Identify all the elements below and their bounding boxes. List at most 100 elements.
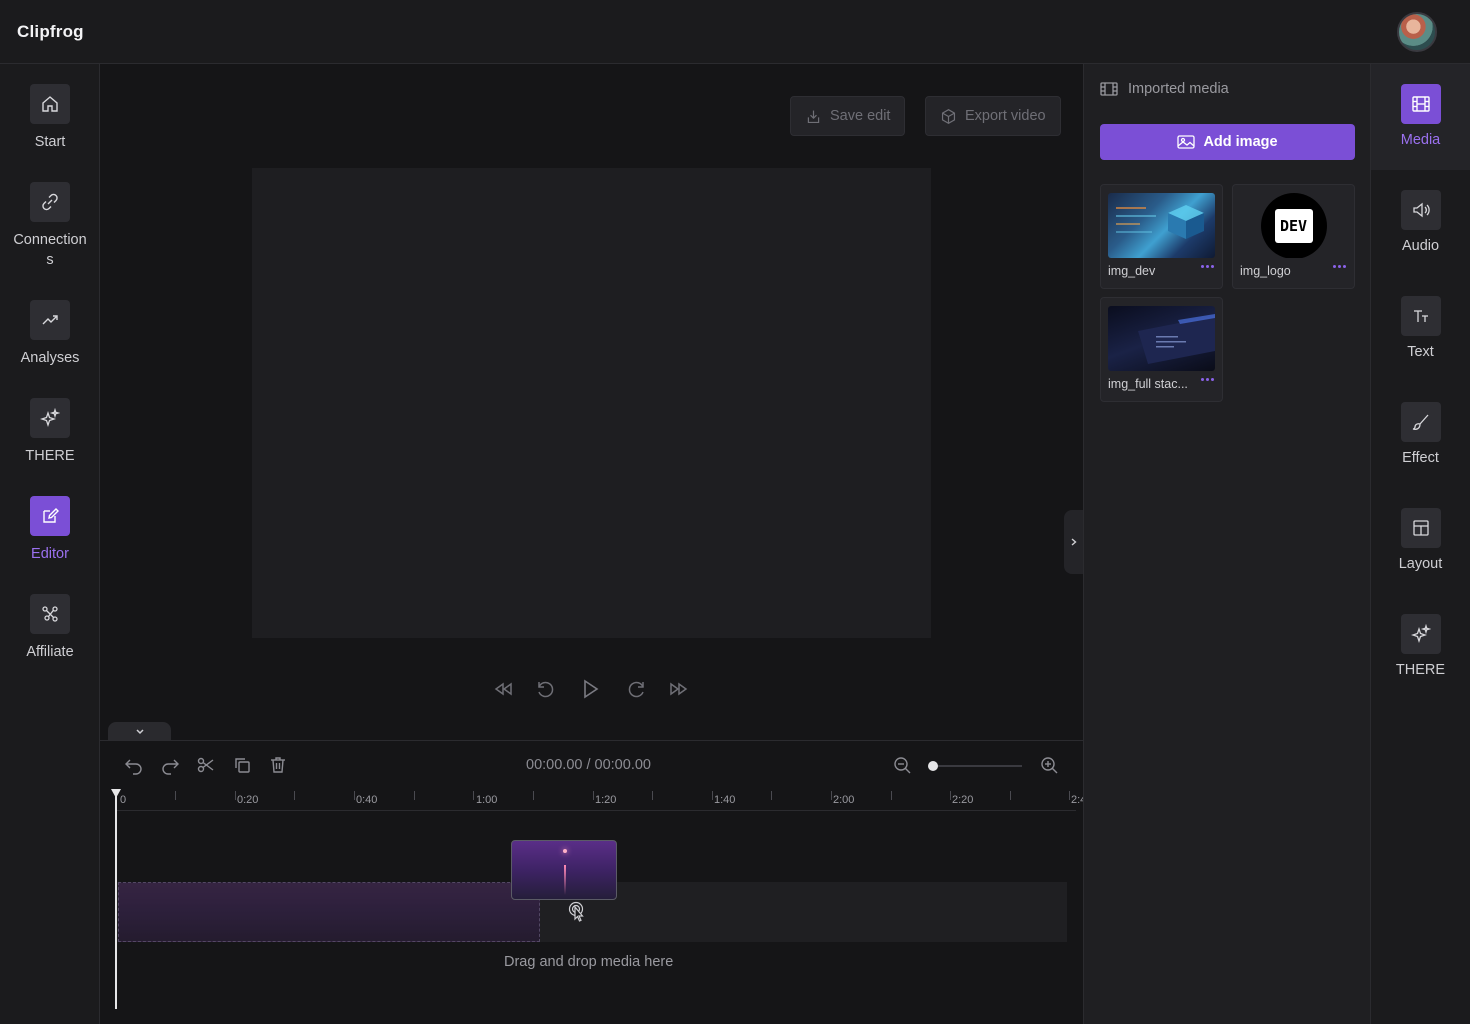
- video-preview[interactable]: [252, 168, 931, 638]
- nav-item-editor[interactable]: Editor: [0, 496, 100, 564]
- rewind-button[interactable]: [492, 678, 514, 700]
- tab-layout[interactable]: Layout: [1371, 508, 1470, 572]
- timeline: 00:00.00 / 00:00.00 0 0:20 0:40 1:00 1:2…: [100, 740, 1086, 1024]
- play-button[interactable]: [579, 678, 601, 700]
- zoom-out-icon[interactable]: [892, 755, 912, 775]
- redo-icon[interactable]: [160, 755, 180, 775]
- tab-effect[interactable]: Effect: [1371, 402, 1470, 466]
- fast-forward-button[interactable]: [668, 678, 690, 700]
- thumb-art: [1138, 314, 1215, 364]
- link-icon: [30, 182, 70, 222]
- playhead[interactable]: [115, 793, 117, 1009]
- media-card-img-full-stack[interactable]: img_full stac...: [1100, 297, 1223, 402]
- home-icon: [30, 84, 70, 124]
- ruler-tick: [950, 791, 951, 800]
- zoom-slider-knob[interactable]: [928, 761, 938, 771]
- timeline-ruler[interactable]: 0 0:20 0:40 1:00 1:20 1:40 2:00 2:20 2:4: [116, 791, 1086, 811]
- speaker-icon: [1400, 190, 1441, 230]
- ruler-tick: [771, 791, 772, 800]
- media-name: img_dev: [1108, 264, 1156, 278]
- ruler-tick: [891, 791, 892, 800]
- app-logo[interactable]: Clipfrog: [17, 22, 84, 42]
- save-edit-label: Save edit: [830, 108, 891, 124]
- play-icon: [584, 679, 599, 699]
- ruler-label: 1:20: [595, 794, 617, 806]
- media-thumbnail: DEV: [1240, 193, 1347, 258]
- drag-clip-detail: [564, 865, 566, 895]
- right-sidebar: Media Audio Text Effect Layout THERE: [1371, 64, 1470, 1024]
- nav-item-connections[interactable]: Connections: [0, 182, 100, 270]
- export-video-label: Export video: [965, 108, 1046, 124]
- film-icon: [1100, 82, 1118, 96]
- logo-circle: DEV: [1260, 193, 1327, 258]
- add-image-label: Add image: [1203, 134, 1278, 150]
- drop-placeholder-clip: [118, 882, 540, 942]
- tab-label: Media: [1400, 132, 1441, 148]
- media-card-img-logo[interactable]: DEV img_logo: [1232, 184, 1355, 289]
- dragged-media-clip[interactable]: [511, 840, 617, 900]
- ruler-tick: [533, 791, 534, 800]
- drop-hint: Drag and drop media here: [504, 954, 674, 970]
- tab-label: Effect: [1402, 450, 1439, 466]
- nav-item-affiliate[interactable]: Affiliate: [0, 594, 100, 662]
- tab-there[interactable]: THERE: [1371, 614, 1470, 678]
- nav-item-start[interactable]: Start: [0, 84, 100, 152]
- ruler-tick: [473, 791, 474, 800]
- text-icon: [1400, 296, 1441, 336]
- zoom-slider[interactable]: [928, 761, 1022, 771]
- time-readout: 00:00.00 / 00:00.00: [526, 757, 651, 773]
- tab-label: THERE: [1395, 662, 1446, 678]
- ruler-label: 1:40: [714, 794, 736, 806]
- ruler-tick: [831, 791, 832, 800]
- tab-label: Layout: [1398, 556, 1443, 572]
- sparkle-icon: [30, 398, 70, 438]
- sparkle-icon: [1400, 614, 1441, 654]
- box-icon: [941, 108, 956, 124]
- more-options-icon[interactable]: [1333, 265, 1346, 268]
- tab-media[interactable]: Media: [1371, 64, 1470, 170]
- tab-audio[interactable]: Audio: [1371, 190, 1470, 254]
- nav-item-analyses[interactable]: Analyses: [0, 300, 100, 368]
- nav-item-there[interactable]: THERE: [0, 398, 100, 466]
- thumb-art: [1116, 205, 1204, 239]
- ruler-label: 2:00: [833, 794, 855, 806]
- ruler-tick: [712, 791, 713, 800]
- layout-icon: [1400, 508, 1441, 548]
- ruler-tick: [593, 791, 594, 800]
- media-panel: Imported media Add image img_dev DEV img…: [1083, 64, 1371, 1024]
- ruler-tick: [1069, 791, 1070, 800]
- preview-stage: Save edit Export video: [100, 64, 1083, 740]
- media-card-img-dev[interactable]: img_dev: [1100, 184, 1223, 289]
- export-video-button[interactable]: Export video: [925, 96, 1061, 136]
- tab-text[interactable]: Text: [1371, 296, 1470, 360]
- scissors-icon[interactable]: [196, 755, 216, 775]
- nav-label: Editor: [31, 546, 69, 562]
- left-sidebar: Start Connections Analyses THERE Editor …: [0, 64, 100, 1024]
- trash-icon[interactable]: [268, 755, 288, 775]
- nav-label: Analyses: [20, 350, 80, 366]
- tab-label: Audio: [1401, 238, 1440, 254]
- panel-title: Imported media: [1100, 81, 1229, 97]
- ruler-label: 1:00: [476, 794, 498, 806]
- zoom-in-icon[interactable]: [1039, 755, 1059, 775]
- more-options-icon[interactable]: [1201, 265, 1214, 268]
- logo-text: DEV: [1274, 208, 1313, 243]
- forward-5s-button[interactable]: [626, 678, 648, 700]
- more-options-icon[interactable]: [1201, 378, 1214, 381]
- avatar[interactable]: [1397, 12, 1437, 52]
- tab-label: Text: [1407, 344, 1434, 360]
- collapse-timeline-button[interactable]: [108, 722, 171, 741]
- back-5s-button[interactable]: [534, 678, 556, 700]
- media-name: img_logo: [1240, 264, 1291, 278]
- film-icon: [1400, 84, 1441, 124]
- ruler-label: 0:40: [356, 794, 378, 806]
- panel-title-text: Imported media: [1128, 81, 1229, 97]
- media-name: img_full stac...: [1108, 377, 1188, 391]
- duplicate-icon[interactable]: [232, 755, 252, 775]
- collapse-panel-button[interactable]: [1064, 510, 1083, 574]
- undo-icon[interactable]: [124, 755, 144, 775]
- rotate-ccw-icon: [538, 681, 554, 698]
- add-image-button[interactable]: Add image: [1100, 124, 1355, 160]
- save-edit-button[interactable]: Save edit: [790, 96, 906, 136]
- ruler-tick: [294, 791, 295, 800]
